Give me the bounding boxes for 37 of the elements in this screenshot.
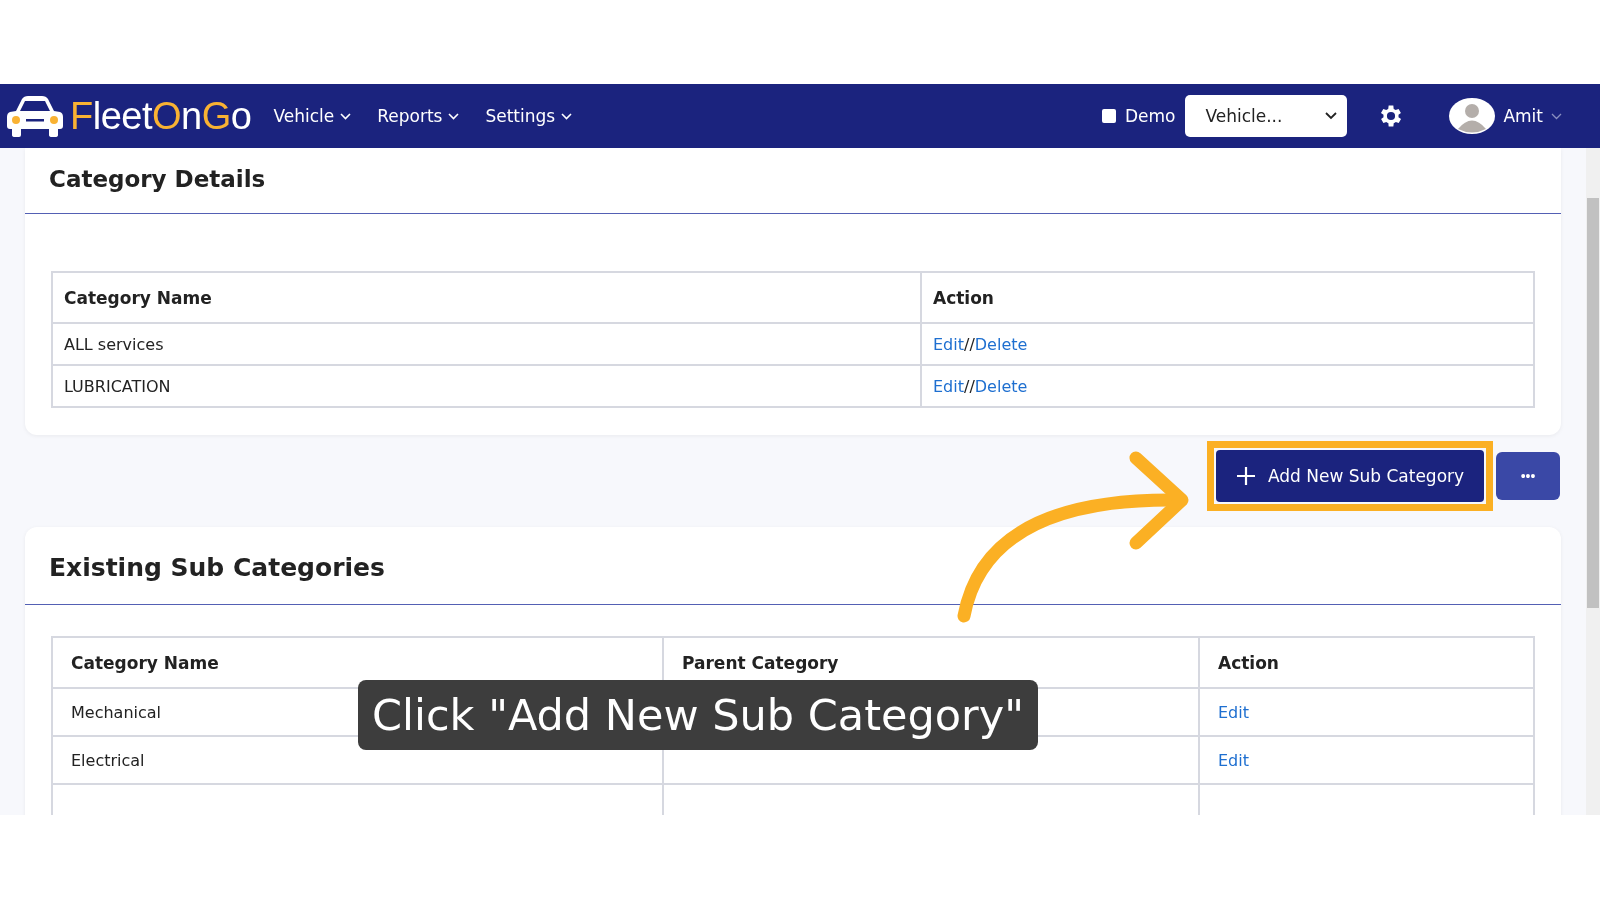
avatar-icon bbox=[1449, 98, 1496, 134]
nav-menu[interactable]: Vehicle bbox=[273, 102, 352, 130]
separator-text: // bbox=[964, 376, 975, 396]
chevron-down-icon bbox=[1325, 112, 1338, 120]
table-cell: ALL services bbox=[52, 323, 921, 365]
scrollbar-thumb[interactable] bbox=[1587, 198, 1599, 608]
user-menu[interactable]: Amit bbox=[1449, 98, 1562, 134]
more-button[interactable]: ••• bbox=[1496, 452, 1560, 500]
nav-menu[interactable]: Reports bbox=[377, 102, 460, 130]
section-title: Category Details bbox=[48, 165, 267, 194]
add-sub-category-button[interactable]: Add New Sub Category bbox=[1216, 450, 1484, 502]
car-icon bbox=[4, 93, 66, 139]
vehicle-select[interactable]: Vehicle... bbox=[1185, 95, 1348, 137]
column-header: Category Name bbox=[52, 272, 921, 323]
demo-checkbox[interactable] bbox=[1101, 109, 1116, 123]
table-cell: LUBRICATION bbox=[52, 365, 921, 407]
chevron-down-icon bbox=[1551, 112, 1562, 120]
nav-menu[interactable]: Settings bbox=[485, 102, 573, 130]
demo-label: Demo bbox=[1124, 106, 1176, 126]
action-link[interactable]: Edit bbox=[933, 334, 964, 354]
table-cell: Electrical bbox=[71, 750, 145, 770]
column-header: Action bbox=[1199, 637, 1534, 688]
action-link[interactable]: Edit bbox=[933, 376, 964, 396]
separator-text: // bbox=[964, 334, 975, 354]
edit-link[interactable]: Edit bbox=[1218, 750, 1249, 770]
caption-text: Click "Add New Sub Category" bbox=[358, 680, 1038, 750]
section-title: Existing Sub Categories bbox=[48, 552, 386, 584]
chevron-down-icon bbox=[561, 112, 573, 120]
edit-link[interactable]: Edit bbox=[1218, 702, 1249, 722]
chevron-down-icon bbox=[340, 112, 352, 120]
logo[interactable]: FleetOnGo bbox=[70, 94, 252, 138]
action-link[interactable]: Delete bbox=[974, 376, 1028, 396]
plus-icon bbox=[1235, 466, 1256, 486]
action-link[interactable]: Delete bbox=[974, 334, 1028, 354]
table-cell: Mechanical bbox=[71, 702, 162, 722]
column-header: Action bbox=[921, 272, 1534, 323]
chevron-down-icon bbox=[448, 112, 460, 120]
